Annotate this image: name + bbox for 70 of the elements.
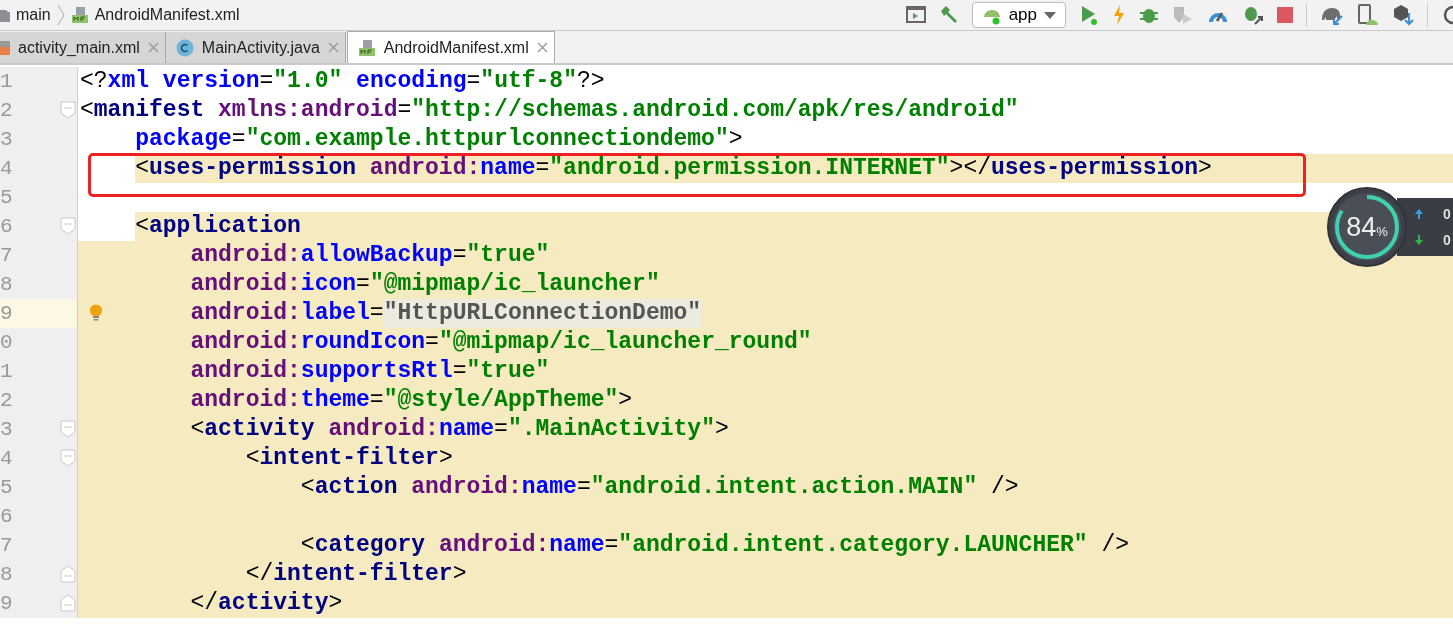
line-number: 3 [0, 418, 13, 441]
code-line: android:icon="@mipmap/ic_launcher" [189, 270, 661, 299]
fold-marker-icon[interactable] [60, 101, 76, 119]
breadcrumb-item[interactable]: AndroidManifest.xml [94, 6, 240, 24]
line-number: 4 [0, 157, 13, 180]
code-line: <intent-filter> [244, 444, 454, 473]
line-number: 6 [0, 505, 13, 528]
code-line: <action android:name="android.intent.action.MAIN" /> [299, 473, 1020, 502]
close-icon[interactable] [536, 42, 548, 53]
line-number: 5 [0, 476, 13, 499]
folder-icon [0, 7, 10, 23]
line-number: 4 [0, 447, 13, 470]
line-number: 3 [0, 128, 13, 151]
usage-percent: 84% [1346, 211, 1388, 243]
lightbulb-icon[interactable] [89, 304, 103, 322]
code-line: android:theme="@style/AppTheme"> [189, 386, 634, 415]
manifest-file-icon [70, 6, 89, 24]
line-number: 2 [0, 389, 13, 412]
box-download-icon[interactable] [1392, 4, 1414, 26]
close-icon[interactable] [147, 42, 159, 53]
layout-file-icon [0, 38, 10, 57]
line-number: 1 [0, 360, 13, 383]
code-line: <manifest xmlns:android="http://schemas.android.com/apk/res/android" [80, 96, 1020, 125]
fold-marker-icon[interactable] [60, 449, 76, 467]
fold-marker-icon[interactable] [60, 217, 76, 235]
breadcrumb-item[interactable]: main [16, 6, 51, 24]
search-icon[interactable] [1441, 4, 1453, 26]
line-number: 8 [0, 563, 13, 586]
line-number: 2 [0, 99, 13, 122]
code-line: android:allowBackup="true" [189, 241, 551, 270]
code-line: android:supportsRtl="true" [189, 357, 551, 386]
fold-marker-icon[interactable] [60, 594, 76, 612]
code-line: android:roundIcon="@mipmap/ic_launcher_round" [189, 328, 813, 357]
editor-tab[interactable]: AndroidManifest.xml [346, 31, 555, 63]
code-line: <category android:name="android.intent.category.LAUNCHER" /> [299, 531, 1131, 560]
fold-marker-icon[interactable] [60, 565, 76, 583]
code-line: android:label="HttpURLConnectionDemo" [189, 299, 703, 328]
code-line: package="com.example.httpurlconnectiondemo"> [134, 125, 744, 154]
terminal-window-icon[interactable] [905, 6, 926, 24]
fold-marker-icon[interactable] [60, 420, 76, 438]
run-configuration-dropdown[interactable]: app [971, 2, 1066, 28]
class-icon [175, 38, 194, 57]
line-number: 7 [0, 534, 13, 557]
code-line: <?xml version="1.0" encoding="utf-8"?> [80, 67, 606, 96]
editor-tab[interactable]: activity_main.xml [0, 32, 166, 63]
code-line: </intent-filter> [244, 560, 468, 589]
line-number: 9 [0, 592, 13, 615]
code-line: </activity> [189, 589, 344, 618]
run-icon[interactable] [1079, 4, 1099, 26]
phone-android-icon[interactable] [1357, 4, 1379, 26]
caret-icon [1043, 10, 1057, 20]
code-line: <activity android:name=".MainActivity"> [189, 415, 730, 444]
line-number: 5 [0, 186, 13, 209]
chevron-icon [56, 4, 65, 26]
lightning-icon[interactable] [1112, 4, 1126, 26]
download-arrow-icon [1415, 235, 1423, 245]
close-icon[interactable] [327, 42, 339, 53]
line-number: 6 [0, 215, 13, 238]
upload-arrow-icon [1415, 209, 1423, 219]
line-number: 9 [0, 302, 13, 325]
editor-tab[interactable]: MainActivity.java [165, 32, 346, 63]
shield-play-icon[interactable] [1172, 5, 1194, 25]
line-number: 8 [0, 273, 13, 296]
manifest-file-icon [357, 38, 376, 57]
download-speed: 0 [1443, 232, 1451, 248]
line-number: 0 [0, 331, 13, 354]
hammer-icon[interactable] [938, 5, 959, 25]
line-number: 1 [0, 70, 13, 93]
upload-speed: 0 [1443, 206, 1451, 222]
line-number: 7 [0, 244, 13, 267]
